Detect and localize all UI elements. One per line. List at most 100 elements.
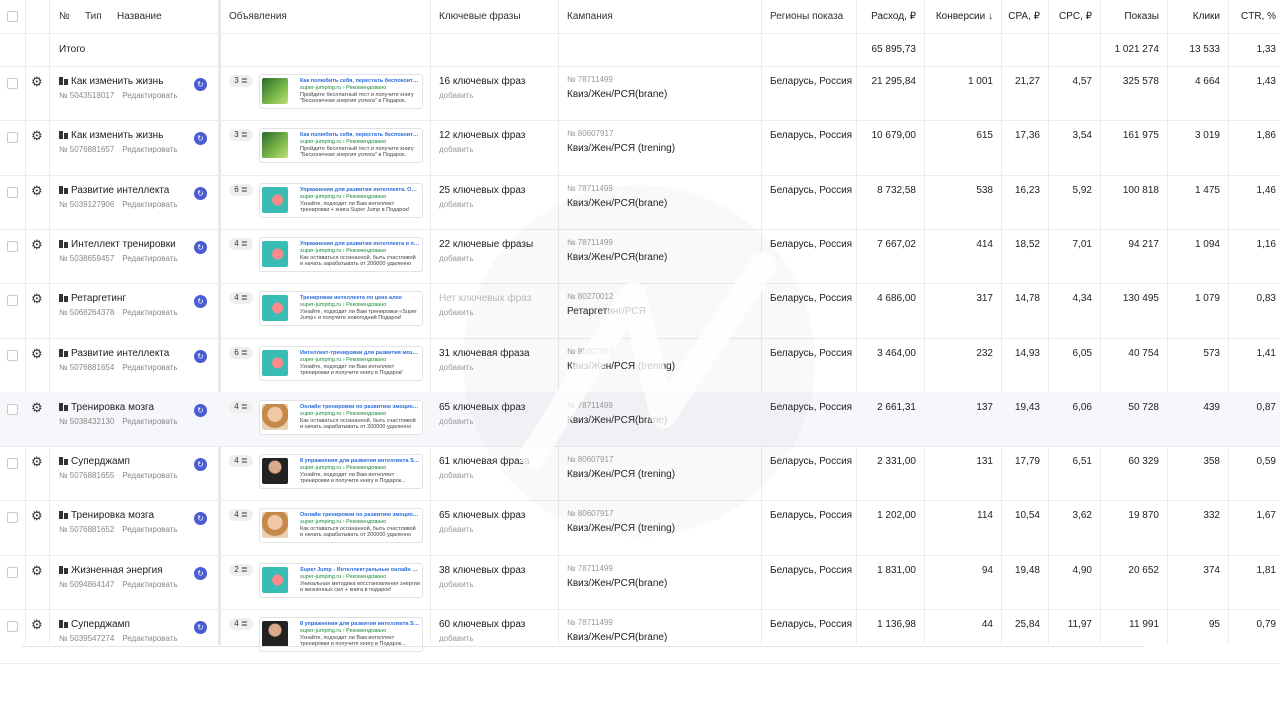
table-row[interactable]: ⚙ Как изменить жизнь № 5076881657 Редакти… <box>0 120 1280 176</box>
campaign-name[interactable]: Квиз/Жен/РСЯ(brane) <box>567 198 667 209</box>
edit-link[interactable]: Редактировать <box>122 417 177 426</box>
select-all-checkbox[interactable] <box>7 11 18 22</box>
ad-count-badge[interactable]: 3 ≣ <box>229 129 253 141</box>
col-header-conversions[interactable]: Конверсии ↓ <box>924 0 1001 33</box>
gear-icon[interactable]: ⚙ <box>31 292 43 305</box>
ad-preview[interactable]: Онлайн тренировки по развитию эмоционал.… <box>259 400 423 435</box>
gear-icon[interactable]: ⚙ <box>31 184 43 197</box>
add-keywords-link[interactable]: добавить <box>439 634 474 643</box>
col-header-ctr[interactable]: CTR, % <box>1228 0 1280 33</box>
group-name[interactable]: Развитие интеллекта <box>59 348 169 359</box>
add-keywords-link[interactable]: добавить <box>439 145 474 154</box>
keywords-count-link[interactable]: 60 ключевых фраз <box>439 619 525 630</box>
group-name[interactable]: Тренировка мозга <box>59 510 154 521</box>
col-header-keywords[interactable]: Ключевые фразы <box>439 0 521 33</box>
status-icon[interactable]: ↻ <box>194 78 207 91</box>
campaign-name[interactable]: Квиз/Жен/РСЯ(brane) <box>567 252 667 263</box>
campaign-name[interactable]: Ретаргетинг/РСЯ <box>567 306 646 317</box>
status-icon[interactable]: ↻ <box>194 132 207 145</box>
edit-link[interactable]: Редактировать <box>122 200 177 209</box>
edit-link[interactable]: Редактировать <box>122 471 177 480</box>
gear-icon[interactable]: ⚙ <box>31 455 43 468</box>
edit-link[interactable]: Редактировать <box>122 308 177 317</box>
campaign-name[interactable]: Квиз/Жен/РСЯ(brane) <box>567 415 667 426</box>
campaign-name[interactable]: Квиз/Жен/РСЯ (trening) <box>567 143 675 154</box>
ad-count-badge[interactable]: 4 ≣ <box>229 618 253 630</box>
col-header-impressions[interactable]: Показы <box>1100 0 1167 33</box>
keywords-count-link[interactable]: 65 ключевых фраз <box>439 510 525 521</box>
col-header-type[interactable]: Тип <box>85 0 102 33</box>
campaign-name[interactable]: Квиз/Жен/РСЯ(brane) <box>567 89 667 100</box>
table-row[interactable]: ⚙ Как изменить жизнь № 5043518017 Редакти… <box>0 66 1280 121</box>
keywords-count-link[interactable]: 25 ключевых фраз <box>439 185 525 196</box>
status-icon[interactable]: ↻ <box>194 512 207 525</box>
edit-link[interactable]: Редактировать <box>122 145 177 154</box>
ad-preview[interactable]: Упражнения для развития интеллекта и пам… <box>259 237 423 272</box>
table-row[interactable]: ⚙ Тренировка мозга № 5038432130 Редактиро… <box>0 392 1280 447</box>
group-name[interactable]: Как изменить жизнь <box>59 76 163 87</box>
ad-count-badge[interactable]: 4 ≣ <box>229 292 253 304</box>
add-keywords-link[interactable]: добавить <box>439 308 474 317</box>
ad-count-badge[interactable]: 6 ≣ <box>229 184 253 196</box>
edit-link[interactable]: Редактировать <box>122 580 177 589</box>
ad-preview[interactable]: Как полюбить себя, перестать беспокоитьс… <box>259 128 423 163</box>
ad-count-badge[interactable]: 4 ≣ <box>229 401 253 413</box>
status-icon[interactable]: ↻ <box>194 295 207 308</box>
ad-preview[interactable]: 8 упражнения для развития интеллекта SUP… <box>259 454 423 489</box>
ad-count-badge[interactable]: 4 ≣ <box>229 509 253 521</box>
ad-count-badge[interactable]: 4 ≣ <box>229 238 253 250</box>
status-icon[interactable]: ↻ <box>194 404 207 417</box>
gear-icon[interactable]: ⚙ <box>31 347 43 360</box>
keywords-count-link[interactable]: 61 ключевая фраза <box>439 456 530 467</box>
ad-preview[interactable]: Super Jump - Интеллектуальные онлайн тре… <box>259 563 423 598</box>
ad-preview[interactable]: Упражнения для развития интеллекта. Онла… <box>259 183 423 218</box>
add-keywords-link[interactable]: добавить <box>439 417 474 426</box>
row-checkbox[interactable] <box>7 241 18 252</box>
row-checkbox[interactable] <box>7 458 18 469</box>
keywords-count-link[interactable]: 12 ключевых фраз <box>439 130 525 141</box>
edit-link[interactable]: Редактировать <box>122 525 177 534</box>
edit-link[interactable]: Редактировать <box>122 254 177 263</box>
status-icon[interactable]: ↻ <box>194 621 207 634</box>
add-keywords-link[interactable]: добавить <box>439 91 474 100</box>
campaign-name[interactable]: Квиз/Жен/РСЯ (trening) <box>567 469 675 480</box>
table-row[interactable]: ⚙ Тренировка мозга № 5076881652 Редактиро… <box>0 500 1280 556</box>
row-checkbox[interactable] <box>7 621 18 632</box>
status-icon[interactable]: ↻ <box>194 567 207 580</box>
edit-link[interactable]: Редактировать <box>122 634 177 643</box>
ad-count-badge[interactable]: 3 ≣ <box>229 75 253 87</box>
row-checkbox[interactable] <box>7 295 18 306</box>
group-name[interactable]: Развитие интеллекта <box>59 185 169 196</box>
ad-count-badge[interactable]: 4 ≣ <box>229 455 253 467</box>
add-keywords-link[interactable]: добавить <box>439 200 474 209</box>
table-row[interactable]: ⚙ Интеллект тренировки № 5038659457 Редак… <box>0 229 1280 284</box>
campaign-name[interactable]: Квиз/Жен/РСЯ (trening) <box>567 361 675 372</box>
add-keywords-link[interactable]: добавить <box>439 525 474 534</box>
col-header-cpc[interactable]: CPC, ₽ <box>1048 0 1100 33</box>
add-keywords-link[interactable]: добавить <box>439 363 474 372</box>
campaign-name[interactable]: Квиз/Жен/РСЯ(brane) <box>567 578 667 589</box>
status-icon[interactable]: ↻ <box>194 241 207 254</box>
col-header-name[interactable]: Название <box>117 0 162 33</box>
add-keywords-link[interactable]: добавить <box>439 254 474 263</box>
group-name[interactable]: Суперджамп <box>59 619 130 630</box>
gear-icon[interactable]: ⚙ <box>31 564 43 577</box>
gear-icon[interactable]: ⚙ <box>31 129 43 142</box>
group-name[interactable]: Суперджамп <box>59 456 130 467</box>
ad-preview[interactable]: Онлайн тренировки по развитию эмоционал.… <box>259 508 423 543</box>
gear-icon[interactable]: ⚙ <box>31 509 43 522</box>
row-checkbox[interactable] <box>7 132 18 143</box>
col-header-clicks[interactable]: Клики <box>1167 0 1228 33</box>
ad-count-badge[interactable]: 2 ≣ <box>229 564 253 576</box>
row-checkbox[interactable] <box>7 404 18 415</box>
add-keywords-link[interactable]: добавить <box>439 580 474 589</box>
ad-preview[interactable]: Интеллект-тренировки для развития мозга … <box>259 346 423 381</box>
edit-link[interactable]: Редактировать <box>122 363 177 372</box>
keywords-count-link[interactable]: 65 ключевых фраз <box>439 402 525 413</box>
table-row[interactable]: ⚙ Суперджамп № 5076881655 Редактировать ↻… <box>0 446 1280 501</box>
campaign-name[interactable]: Квиз/Жен/РСЯ (trening) <box>567 523 675 534</box>
ad-count-badge[interactable]: 6 ≣ <box>229 347 253 359</box>
ad-preview[interactable]: Как полюбить себя, перестать беспокоитьс… <box>259 74 423 109</box>
group-name[interactable]: Как изменить жизнь <box>59 130 163 141</box>
keywords-count-link[interactable]: 38 ключевых фраз <box>439 565 525 576</box>
